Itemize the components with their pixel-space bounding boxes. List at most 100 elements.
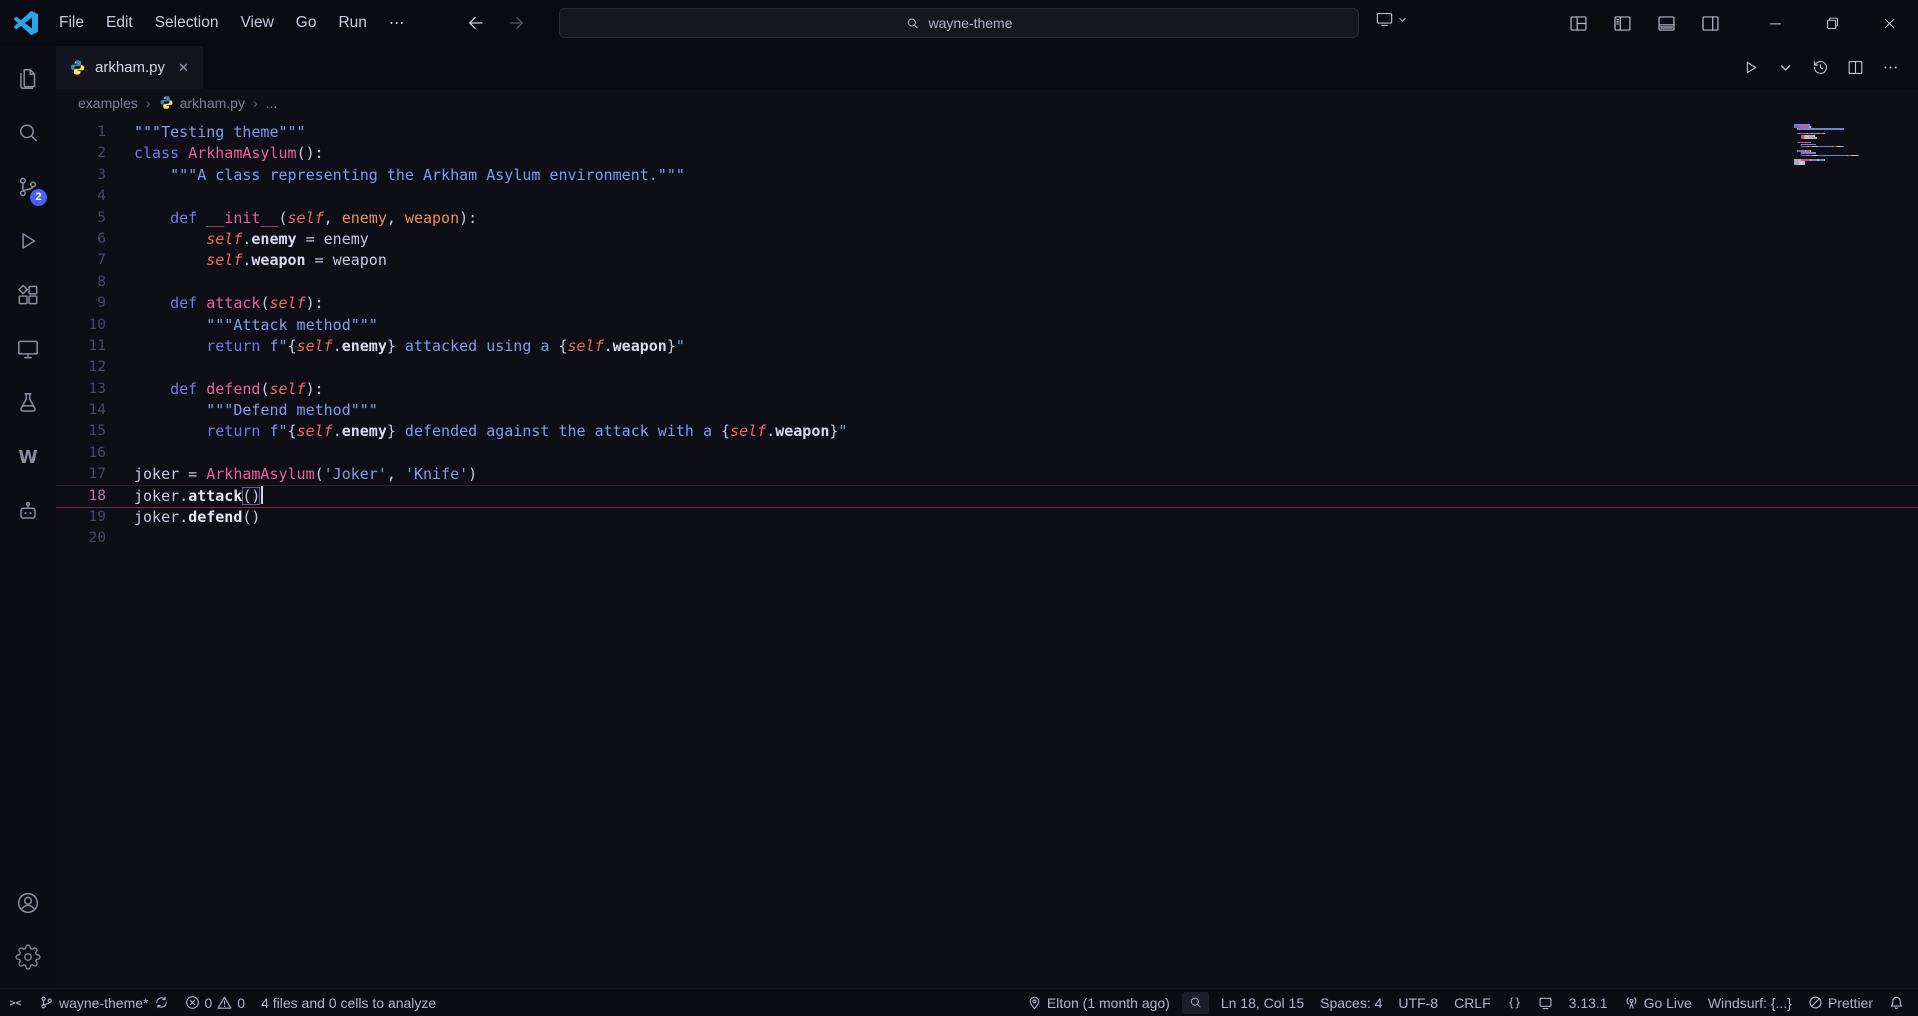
line-content (106, 443, 134, 464)
search-input[interactable]: wayne-theme (559, 8, 1359, 38)
status-remote[interactable]: >< (0, 989, 31, 1016)
menu-more[interactable]: ⋯ (378, 0, 416, 46)
status-cursor-position[interactable]: Ln 18, Col 15 (1213, 989, 1312, 1016)
main-area: 2W arkham.py ✕ examples › arkham.py ›... 1 ""… (0, 46, 1918, 988)
menu-go[interactable]: Go (285, 0, 328, 46)
status-branch[interactable]: wayne-theme* (31, 989, 177, 1016)
status-go-live-label: Go Live (1643, 994, 1692, 1011)
status-notifications[interactable] (1881, 989, 1912, 1016)
code-line-20[interactable]: 20 (56, 528, 1918, 549)
status-windsurf[interactable]: Windsurf: {...} (1700, 989, 1800, 1016)
code-editor[interactable]: 1 """Testing theme""" 2 class ArkhamAsylum(… (56, 116, 1918, 988)
status-go-live[interactable]: Go Live (1616, 989, 1700, 1016)
activity-settings[interactable] (0, 930, 56, 984)
code-line-14[interactable]: 14 """Defend method""" (56, 400, 1918, 421)
ellipsis-button[interactable] (1881, 58, 1900, 77)
line-number: 2 (97, 145, 106, 162)
braces-icon: {} (1507, 995, 1522, 1010)
code-line-1[interactable]: 1 """Testing theme""" (56, 122, 1918, 143)
search-icon (15, 120, 41, 146)
status-search-toggle[interactable] (1181, 991, 1209, 1014)
status-problems[interactable]: 00 (177, 989, 254, 1016)
code-line-6[interactable]: 6 self.enemy = enemy (56, 229, 1918, 250)
line-content: self.weapon = weapon (206, 251, 387, 270)
close-icon (1881, 15, 1898, 32)
status-python-version[interactable]: 3.13.1 (1561, 989, 1616, 1016)
code-line-8[interactable]: 8 (56, 272, 1918, 293)
activity-testing[interactable] (0, 376, 56, 430)
minimap[interactable] (1794, 124, 1900, 168)
breadcrumb-examples[interactable]: examples (78, 95, 138, 111)
bell-icon (1889, 995, 1904, 1010)
activity-explorer[interactable] (0, 52, 56, 106)
status-indentation[interactable]: Spaces: 4 (1312, 989, 1390, 1016)
activity-source-control[interactable]: 2 (0, 160, 56, 214)
line-content: return f"{self.enemy} defended against t… (206, 422, 848, 441)
breadcrumb: examples › arkham.py ›... (56, 89, 1918, 116)
breadcrumb-more[interactable]: ... (266, 95, 278, 111)
menu-run[interactable]: Run (327, 0, 377, 46)
status-windsurf-label: Windsurf: {...} (1707, 994, 1792, 1011)
chevron-down-button[interactable] (1776, 58, 1795, 77)
activity-wakatime[interactable]: W (0, 430, 56, 484)
close-button[interactable] (1861, 0, 1918, 46)
editor-region: arkham.py ✕ examples › arkham.py ›... 1 """Te… (56, 46, 1918, 988)
code-line-17[interactable]: 17 joker = ArkhamAsylum('Joker', 'Knife') (56, 464, 1918, 485)
line-content (106, 272, 134, 293)
restore-button[interactable] (1804, 0, 1861, 46)
forward-button[interactable] (503, 10, 529, 36)
code-line-5[interactable]: 5 def __init__(self, enemy, weapon): (56, 208, 1918, 229)
screencast-button[interactable] (1375, 10, 1409, 29)
line-number: 4 (97, 188, 106, 205)
run-button[interactable] (1741, 58, 1760, 77)
window-controls (1747, 0, 1918, 46)
menu-selection[interactable]: Selection (144, 0, 230, 46)
code-line-9[interactable]: 9 def attack(self): (56, 293, 1918, 314)
status-blame[interactable]: Elton (1 month ago) (1019, 989, 1178, 1016)
breadcrumb-arkhampy[interactable]: arkham.py (159, 95, 245, 111)
code-line-15[interactable]: 15 return f"{self.enemy} defended agains… (56, 421, 1918, 442)
panel-button[interactable] (1651, 8, 1681, 38)
activity-remote-explorer[interactable] (0, 322, 56, 376)
history-button[interactable] (1811, 58, 1830, 77)
close-tab-icon[interactable]: ✕ (178, 60, 189, 76)
tab-arkham.py[interactable]: arkham.py ✕ (56, 46, 203, 89)
back-button[interactable] (463, 10, 489, 36)
sidebar-right-button[interactable] (1695, 8, 1725, 38)
code-line-11[interactable]: 11 return f"{self.enemy} attacked using … (56, 336, 1918, 357)
split-editor-button[interactable] (1846, 58, 1865, 77)
code-line-19[interactable]: 19 joker.defend() (56, 507, 1918, 528)
status-encoding[interactable]: UTF-8 (1390, 989, 1446, 1016)
code-line-10[interactable]: 10 """Attack method""" (56, 315, 1918, 336)
minimize-icon (1767, 15, 1784, 32)
activity-run-and-debug[interactable] (0, 214, 56, 268)
code-line-16[interactable]: 16 (56, 443, 1918, 464)
files-icon (15, 66, 41, 92)
status-prettier-label: Prettier (1827, 994, 1873, 1011)
status-braces[interactable]: {} (1499, 989, 1530, 1016)
code-line-3[interactable]: 3 """A class representing the Arkham Asy… (56, 165, 1918, 186)
code-line-7[interactable]: 7 self.weapon = weapon (56, 250, 1918, 271)
activity-accounts[interactable] (0, 876, 56, 930)
minimize-button[interactable] (1747, 0, 1804, 46)
status-eol[interactable]: CRLF (1446, 989, 1499, 1016)
status-kernel[interactable] (1530, 989, 1561, 1016)
code-line-4[interactable]: 4 (56, 186, 1918, 207)
activity-cascade[interactable] (0, 484, 56, 538)
chevron-right-icon: › (145, 94, 151, 111)
activity-search[interactable] (0, 106, 56, 160)
code-line-2[interactable]: 2 class ArkhamAsylum(): (56, 143, 1918, 164)
customize-layout-button[interactable] (1563, 8, 1593, 38)
remote-explorer-icon (15, 336, 41, 362)
activity-extensions[interactable] (0, 268, 56, 322)
status-prettier[interactable]: Prettier (1800, 989, 1881, 1016)
code-line-18[interactable]: 18 joker.attack() (56, 485, 1918, 507)
status-blame-label: Elton (1 month ago) (1046, 994, 1170, 1011)
menu-view[interactable]: View (229, 0, 284, 46)
code-line-13[interactable]: 13 def defend(self): (56, 379, 1918, 400)
sidebar-left-button[interactable] (1607, 8, 1637, 38)
code-line-12[interactable]: 12 (56, 357, 1918, 378)
menu-file[interactable]: File (48, 0, 95, 46)
menu-edit[interactable]: Edit (95, 0, 144, 46)
status-analysis[interactable]: 4 files and 0 cells to analyze (253, 989, 444, 1016)
